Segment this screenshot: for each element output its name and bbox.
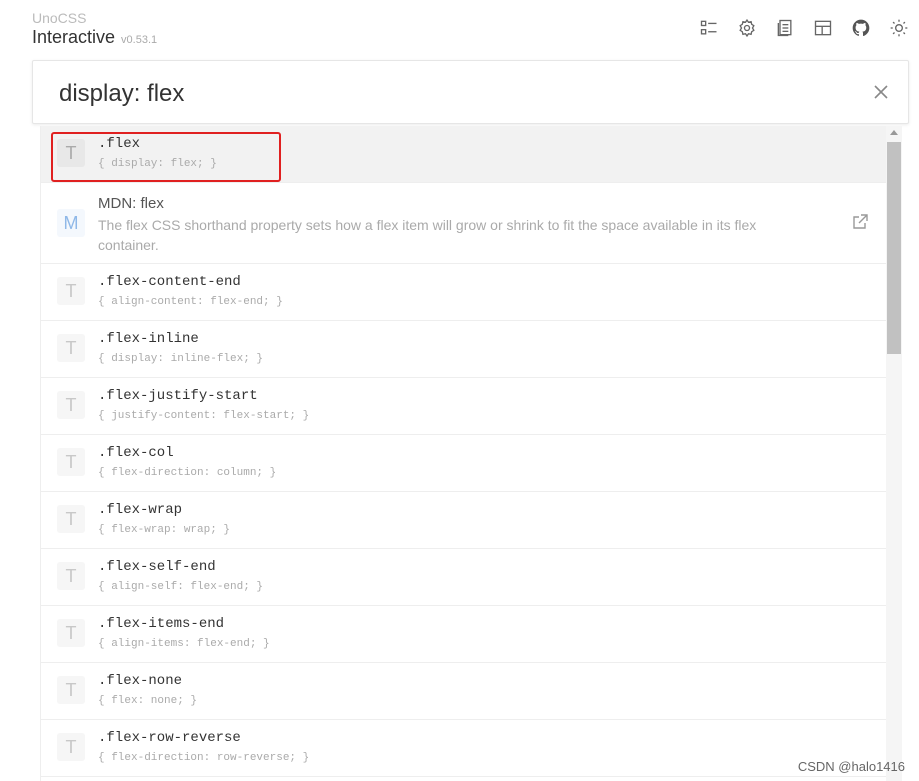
type-icon: T bbox=[57, 619, 85, 647]
result-css: { flex-wrap: wrap; } bbox=[98, 524, 231, 536]
result-css: { align-content: flex-end; } bbox=[98, 296, 283, 308]
type-icon: T bbox=[57, 676, 85, 704]
close-icon[interactable] bbox=[872, 83, 890, 101]
type-icon: T bbox=[57, 391, 85, 419]
result-css: { display: inline-flex; } bbox=[98, 353, 264, 365]
results-list: T .flex { display: flex; } M MDN: flex T… bbox=[40, 126, 888, 781]
search-input[interactable] bbox=[57, 73, 841, 115]
result-selector: .flex-self-end bbox=[98, 559, 216, 575]
gear-icon[interactable] bbox=[735, 16, 759, 40]
result-css: { justify-content: flex-start; } bbox=[98, 410, 310, 422]
type-icon: T bbox=[57, 448, 85, 476]
external-link-icon[interactable] bbox=[851, 213, 869, 231]
result-item[interactable]: T .flex-wrap { flex-wrap: wrap; } bbox=[41, 492, 887, 549]
mdn-icon: M bbox=[57, 209, 85, 237]
type-icon: T bbox=[57, 139, 85, 167]
github-icon[interactable] bbox=[849, 16, 873, 40]
docs-icon[interactable] bbox=[773, 16, 797, 40]
brand-name: UnoCSS bbox=[32, 10, 87, 26]
type-icon: T bbox=[57, 733, 85, 761]
scrollbar[interactable] bbox=[886, 126, 902, 781]
result-selector: .flex-row-reverse bbox=[98, 730, 241, 746]
search-box bbox=[32, 60, 909, 124]
result-css: { flex-direction: row-reverse; } bbox=[98, 752, 310, 764]
type-icon: T bbox=[57, 277, 85, 305]
mdn-description: The flex CSS shorthand property sets how… bbox=[98, 217, 757, 253]
result-item[interactable]: T .flex-justify-start { justify-content: f… bbox=[41, 378, 887, 435]
mdn-result-item[interactable]: M MDN: flex The flex CSS shorthand prope… bbox=[41, 183, 887, 264]
type-icon: T bbox=[57, 334, 85, 362]
result-css: { flex: none; } bbox=[98, 695, 198, 707]
result-item[interactable]: T .flex-none { flex: none; } bbox=[41, 663, 887, 720]
result-selector: .flex-inline bbox=[98, 331, 199, 347]
result-item[interactable]: T .flex-row-reverse { flex-direction: row-… bbox=[41, 720, 887, 777]
result-css: { display: flex; } bbox=[98, 158, 217, 170]
result-css: { align-items: flex-end; } bbox=[98, 638, 270, 650]
result-selector: .flex-items-end bbox=[98, 616, 225, 632]
type-icon: T bbox=[57, 562, 85, 590]
sun-icon[interactable] bbox=[887, 16, 911, 40]
result-item[interactable]: T .flex-inline { display: inline-flex; } bbox=[41, 321, 887, 378]
scroll-up-arrow[interactable] bbox=[890, 130, 898, 135]
result-item[interactable]: T .flex-content-end { align-content: flex-… bbox=[41, 264, 887, 321]
result-selector: .flex-none bbox=[98, 673, 183, 689]
app-title-text: Interactive bbox=[32, 27, 116, 47]
layout-icon[interactable] bbox=[811, 16, 835, 40]
list-icon[interactable] bbox=[697, 16, 721, 40]
result-item[interactable]: T .flex-col { flex-direction: column; } bbox=[41, 435, 887, 492]
result-selector: .flex-wrap bbox=[98, 502, 183, 518]
scrollbar-thumb[interactable] bbox=[887, 142, 901, 354]
app-title: Interactive v0.53.1 bbox=[32, 26, 157, 51]
result-item-selected[interactable]: T .flex { display: flex; } bbox=[41, 126, 887, 183]
app-header: UnoCSS Interactive v0.53.1 bbox=[32, 10, 157, 51]
result-item[interactable]: T .flex-items-end { align-items: flex-end;… bbox=[41, 606, 887, 663]
version-label: v0.53.1 bbox=[121, 34, 158, 46]
watermark: CSDN @halo1416 bbox=[797, 759, 905, 774]
result-selector: .flex-content-end bbox=[98, 274, 241, 290]
result-item[interactable]: T .flex-self-end { align-self: flex-end; } bbox=[41, 549, 887, 606]
toolbar bbox=[697, 16, 911, 40]
mdn-title: MDN: flex bbox=[98, 195, 164, 212]
result-selector: .flex bbox=[98, 136, 141, 152]
type-icon: T bbox=[57, 505, 85, 533]
result-selector: .flex-col bbox=[98, 445, 174, 461]
result-css: { flex-direction: column; } bbox=[98, 467, 277, 479]
result-css: { align-self: flex-end; } bbox=[98, 581, 264, 593]
result-selector: .flex-justify-start bbox=[98, 388, 258, 404]
